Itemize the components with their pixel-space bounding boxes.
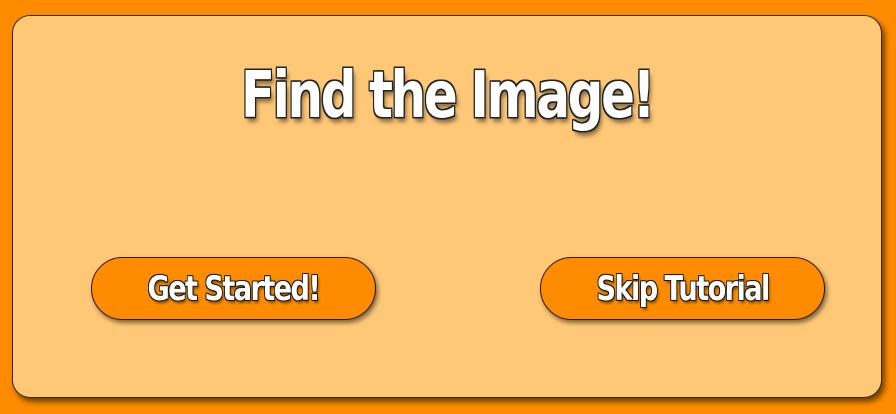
skip-tutorial-button[interactable]: Skip Tutorial bbox=[540, 257, 825, 320]
skip-tutorial-label: Skip Tutorial bbox=[596, 268, 770, 309]
tutorial-panel: Find the Image! Get Started! Skip Tutori… bbox=[12, 15, 882, 398]
get-started-button[interactable]: Get Started! bbox=[91, 257, 376, 320]
get-started-label: Get Started! bbox=[147, 268, 321, 309]
page-title: Find the Image! bbox=[240, 59, 655, 133]
